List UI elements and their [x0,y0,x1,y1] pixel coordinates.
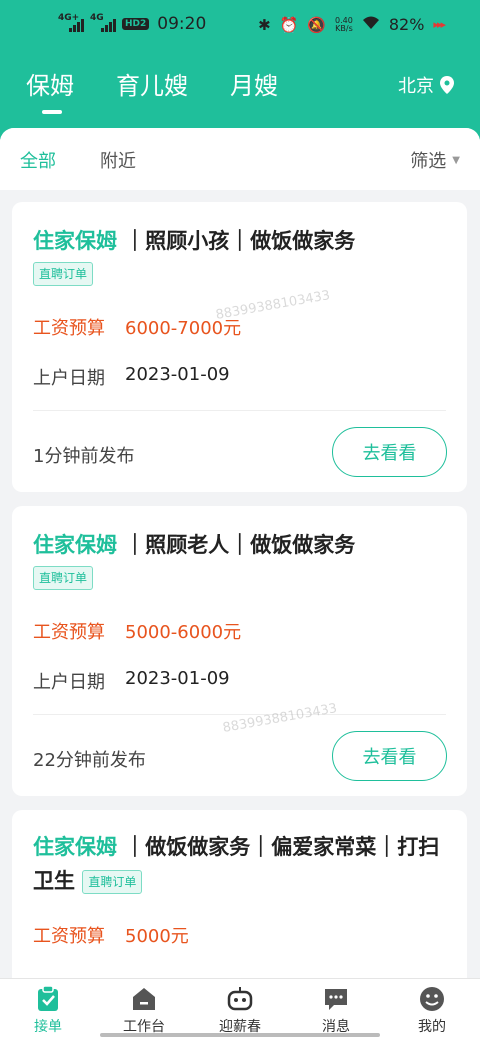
nav-profile[interactable]: 我的 [384,985,480,1036]
bluetooth-icon: ✱ [258,15,271,34]
date-row: 上户日期 2023-01-09 [33,364,230,390]
signal-icon: 4G+ [58,14,84,34]
salary-label: 工资预算 [33,622,105,643]
mute-icon: 🔕 [307,15,327,34]
subtab-nearby[interactable]: 附近 [100,147,136,173]
header-bar: 4G+ 4G HD2 09:20 ✱ ⏰ 🔕 0.40 KB/s 82% ▸▸▸ [0,0,480,140]
status-time: 09:20 [157,14,207,34]
nav-label: 接单 [34,1019,62,1035]
robot-icon [227,987,253,1011]
watermark: 88399388103433 [221,701,339,736]
subtab-all[interactable]: 全部 [20,147,56,173]
job-card[interactable]: 住家保姆 ｜做饭做家务｜偏爱家常菜｜打扫卫生 直聘订单 工资预算 5000元 [12,810,467,978]
direct-hire-tag: 直聘订单 [33,566,94,590]
nav-event[interactable]: 迎薪春 [192,985,288,1036]
salary-label: 工资预算 [33,318,105,339]
category-tabs: 保姆 育儿嫂 月嫂 [26,66,278,114]
job-card[interactable]: 住家保姆 ｜照顾小孩｜做饭做家务 直聘订单 工资预算 6000-7000元 上户… [12,202,467,492]
smiley-face-icon [420,987,444,1011]
job-title: 住家保姆 ｜照顾老人｜做饭做家务 [33,528,453,562]
home-indicator[interactable] [100,1033,380,1037]
job-desc: ｜照顾小孩｜做饭做家务 [124,229,356,253]
main-panel: 全部 附近 筛选 ▼ 住家保姆 ｜照顾小孩｜做饭做家务 直聘订单 工资预算 60… [0,128,480,978]
filter-button[interactable]: 筛选 ▼ [410,147,460,173]
job-type: 住家保姆 [33,835,117,859]
job-type: 住家保姆 [33,229,117,253]
bottom-nav: 接单 工作台 迎薪春 消息 我的 [0,978,480,1040]
direct-hire-tag: 直聘订单 [82,870,143,894]
sub-filter-bar: 全部 附近 筛选 ▼ [0,128,480,190]
salary-value: 6000-7000元 [125,318,242,339]
alarm-icon: ⏰ [279,15,299,34]
view-button[interactable]: 去看看 [332,427,447,477]
salary-row: 工资预算 6000-7000元 [33,314,241,340]
tab-maternity[interactable]: 月嫂 [230,66,278,101]
job-card[interactable]: 住家保姆 ｜照顾老人｜做饭做家务 直聘订单 工资预算 5000-6000元 上户… [12,506,467,796]
tab-childcare[interactable]: 育儿嫂 [116,66,188,101]
date-label: 上户日期 [33,672,105,693]
location-pin-icon [440,76,454,94]
chat-bubble-icon [325,989,347,1010]
tab-nanny[interactable]: 保姆 [26,66,74,114]
salary-value: 5000元 [125,926,189,947]
view-button[interactable]: 去看看 [332,731,447,781]
nav-messages[interactable]: 消息 [288,985,384,1036]
nav-label: 我的 [418,1019,446,1035]
posted-time: 22分钟前发布 [33,750,146,771]
posted-time: 1分钟前发布 [33,446,135,467]
job-title: 住家保姆 ｜做饭做家务｜偏爱家常菜｜打扫卫生 直聘订单 [33,830,453,898]
divider [33,714,446,715]
salary-row: 工资预算 5000-6000元 [33,618,241,644]
clipboard-check-icon [38,985,58,1011]
date-value: 2023-01-09 [125,668,230,689]
house-icon [133,988,155,1010]
city-selector[interactable]: 北京 [398,72,454,98]
status-bar: 4G+ 4G HD2 09:20 ✱ ⏰ 🔕 0.40 KB/s 82% ▸▸▸ [0,0,480,52]
salary-label: 工资预算 [33,926,105,947]
city-label: 北京 [398,76,434,97]
job-type: 住家保姆 [33,533,117,557]
filter-triangle-icon: ▼ [452,154,460,166]
divider [33,410,446,411]
job-desc: ｜照顾老人｜做饭做家务 [124,533,356,557]
salary-value: 5000-6000元 [125,622,242,643]
battery-icon: ▸▸▸ [433,18,446,31]
salary-row: 工资预算 5000元 [33,922,189,948]
wifi-icon [362,16,380,34]
date-value: 2023-01-09 [125,364,230,385]
job-title: 住家保姆 ｜照顾小孩｜做饭做家务 [33,224,453,258]
hd-voice-icon: HD2 [122,18,150,30]
nav-workbench[interactable]: 工作台 [96,985,192,1036]
signal-icon-2: 4G [90,14,116,34]
direct-hire-tag: 直聘订单 [33,262,94,286]
date-row: 上户日期 2023-01-09 [33,668,230,694]
net-speed: 0.40 KB/s [335,15,353,33]
filter-label: 筛选 [410,151,447,172]
nav-orders[interactable]: 接单 [0,985,96,1036]
date-label: 上户日期 [33,368,105,389]
battery-level: 82% [388,15,425,34]
